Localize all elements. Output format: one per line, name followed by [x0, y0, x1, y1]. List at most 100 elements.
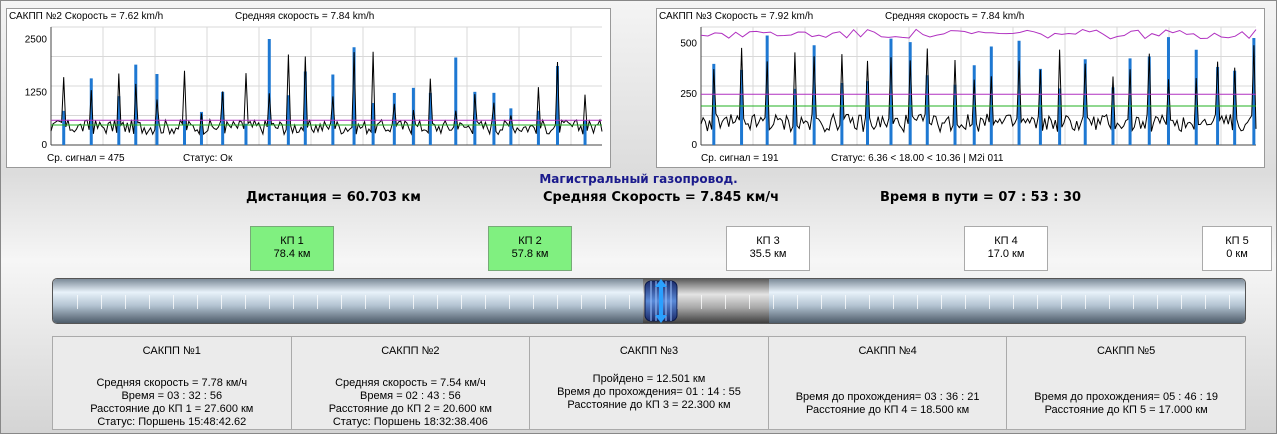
pipe-joint	[845, 295, 846, 309]
pipe-joint	[797, 295, 798, 309]
kp-marker-4[interactable]: КП 4 17.0 км	[964, 226, 1048, 271]
station-panel-3[interactable]: САКПП №3 Пройдено = 12.501 км Время до п…	[530, 337, 769, 429]
pipe-joint	[1109, 295, 1110, 309]
chart-footer-signal: Ср. сигнал = 191	[701, 153, 779, 164]
signal-chart-sakpp-3: 500 250 0 САКПП №3 Скорость = 7.92 km/h Ср…	[656, 8, 1265, 168]
pipe-joint	[701, 295, 702, 309]
station-info: Время до прохождения= 03 : 36 : 21 Расст…	[769, 391, 1007, 417]
pipe-joint	[821, 295, 822, 309]
station-info: Время до прохождения= 05 : 46 : 19 Расст…	[1007, 391, 1245, 417]
station-info-line: Статус: Поршень 18:32:38.406	[332, 416, 488, 428]
pipe-joint	[1181, 295, 1182, 309]
pipe-joint	[725, 295, 726, 309]
pipe-joint	[773, 295, 774, 309]
signal-chart-sakpp-3-plot: 500 250 0	[680, 26, 1257, 151]
pipe-joint	[125, 295, 126, 309]
y-tick-label: 500	[680, 38, 697, 49]
signal-chart-sakpp-2-plot: 2500 1250 0	[25, 26, 603, 151]
pipe-joint	[1205, 295, 1206, 309]
kp-marker-1[interactable]: КП 1 78.4 км	[250, 226, 334, 271]
pipeline-title: Магистральный газопровод.	[539, 172, 738, 186]
pipe-joint	[101, 295, 102, 309]
station-info-line: Время до прохождения= 03 : 36 : 21	[795, 391, 980, 403]
pipe-joint	[173, 295, 174, 309]
pipe-joint	[341, 295, 342, 309]
station-info-line: Расстояние до КП 1 = 27.600 км	[90, 403, 254, 415]
chart-footer-status: Статус: Ок	[183, 153, 233, 164]
kp-name: КП 4	[994, 235, 1018, 247]
station-info-line: Расстояние до КП 3 = 22.300 км	[567, 399, 731, 411]
chart-footer-signal: Ср. сигнал = 475	[47, 153, 125, 164]
signal-trace	[700, 45, 1257, 134]
station-info-line: Время = 02 : 43 : 56	[360, 390, 461, 402]
station-info-line: Время до прохождения= 01 : 14 : 55	[557, 386, 741, 398]
kp-distance: 35.5 км	[749, 248, 787, 260]
pipe-joint	[437, 295, 438, 309]
kp-distance: 57.8 км	[511, 248, 549, 260]
pig-device-icon[interactable]	[641, 277, 681, 325]
pipe-joint	[149, 295, 150, 309]
pipe-joint	[1037, 295, 1038, 309]
upper-envelope-line	[700, 28, 1257, 40]
kp-name: КП 3	[756, 235, 780, 247]
pipe-joint	[197, 295, 198, 309]
kp-marker-2[interactable]: КП 2 57.8 км	[488, 226, 572, 271]
pipe-joint	[221, 295, 222, 309]
pipe-joint	[533, 295, 534, 309]
kp-name: КП 5	[1225, 235, 1249, 247]
pipe-joint	[581, 295, 582, 309]
signal-chart-sakpp-2: 2500 1250 0 САКПП №2 Скорость = 7.62 km/h …	[6, 8, 611, 168]
y-tick-label: 250	[680, 89, 697, 100]
pipe-joint	[413, 295, 414, 309]
distance-stat: Дистанция = 60.703 км	[246, 190, 421, 205]
avg-speed-stat: Средняя Скорость = 7.845 км/ч	[543, 190, 780, 205]
pipe-joint	[917, 295, 918, 309]
station-info-line: Статус: Поршень 15:48:42.62	[97, 416, 247, 428]
pipe-joint	[1133, 295, 1134, 309]
station-info-line: Пройдено = 12.501 км	[592, 373, 706, 385]
station-info-line: Средняя скорость = 7.78 км/ч	[96, 377, 248, 389]
station-info-line: Средняя скорость = 7.54 км/ч	[335, 377, 486, 389]
pipe-joint	[317, 295, 318, 309]
travel-time-stat: Время в пути = 07 : 53 : 30	[880, 190, 1082, 205]
station-panel-4[interactable]: САКПП №4 Время до прохождения= 03 : 36 :…	[769, 337, 1008, 429]
station-info-line: Время = 03 : 32 : 56	[121, 390, 223, 402]
kp-distance: 17.0 км	[987, 248, 1025, 260]
pipe-joint	[509, 295, 510, 309]
station-info-line: Расстояние до КП 4 = 18.500 км	[805, 404, 970, 416]
y-tick-label: 0	[41, 140, 47, 151]
station-info: Средняя скорость = 7.78 км/ч Время = 03 …	[53, 377, 291, 429]
chart-title-avg-speed: Средняя скорость = 7.84 km/h	[885, 11, 1025, 22]
station-panel-1[interactable]: САКПП №1 Средняя скорость = 7.78 км/ч Вр…	[53, 337, 292, 429]
pipe-joint	[965, 295, 966, 309]
station-panel-2[interactable]: САКПП №2 Средняя скорость = 7.54 км/ч Вр…	[292, 337, 531, 429]
chart-title-avg-speed: Средняя скорость = 7.84 km/h	[235, 11, 375, 22]
pipe-joint	[461, 295, 462, 309]
pipe-joint	[77, 295, 78, 309]
pipe-joint	[1085, 295, 1086, 309]
station-title: САКПП №4	[858, 345, 917, 357]
kp-name: КП 1	[280, 235, 304, 247]
chart-title-speed: САКПП №2 Скорость = 7.62 km/h	[9, 11, 164, 22]
y-tick-label: 1250	[25, 87, 48, 98]
pipe-segment-1	[53, 279, 643, 323]
station-info-line: Время до прохождения= 05 : 46 : 19	[1034, 391, 1219, 403]
pipe-joint	[389, 295, 390, 309]
station-panel-5[interactable]: САКПП №5 Время до прохождения= 05 : 46 :…	[1007, 337, 1245, 429]
station-info-line: Расстояние до КП 5 = 17.000 км	[1044, 404, 1208, 416]
pipe-joint	[245, 295, 246, 309]
pipe-joint	[293, 295, 294, 309]
pipe-joint	[989, 295, 990, 309]
kp-marker-5[interactable]: КП 5 0 км	[1202, 226, 1272, 271]
station-title: САКПП №1	[142, 345, 201, 357]
pipe-joint	[629, 295, 630, 309]
pipe-joint	[365, 295, 366, 309]
station-title: САКПП №2	[381, 345, 440, 357]
station-title: САКПП №3	[619, 345, 679, 357]
station-title: САКПП №5	[1097, 345, 1156, 357]
kp-name: КП 2	[518, 235, 542, 247]
kp-marker-3[interactable]: КП 3 35.5 км	[726, 226, 810, 271]
pipe-joint	[269, 295, 270, 309]
pipe-joint	[1061, 295, 1062, 309]
chart-footer-status: Статус: 6.36 < 18.00 < 10.36 | M2i 011	[831, 153, 1004, 164]
